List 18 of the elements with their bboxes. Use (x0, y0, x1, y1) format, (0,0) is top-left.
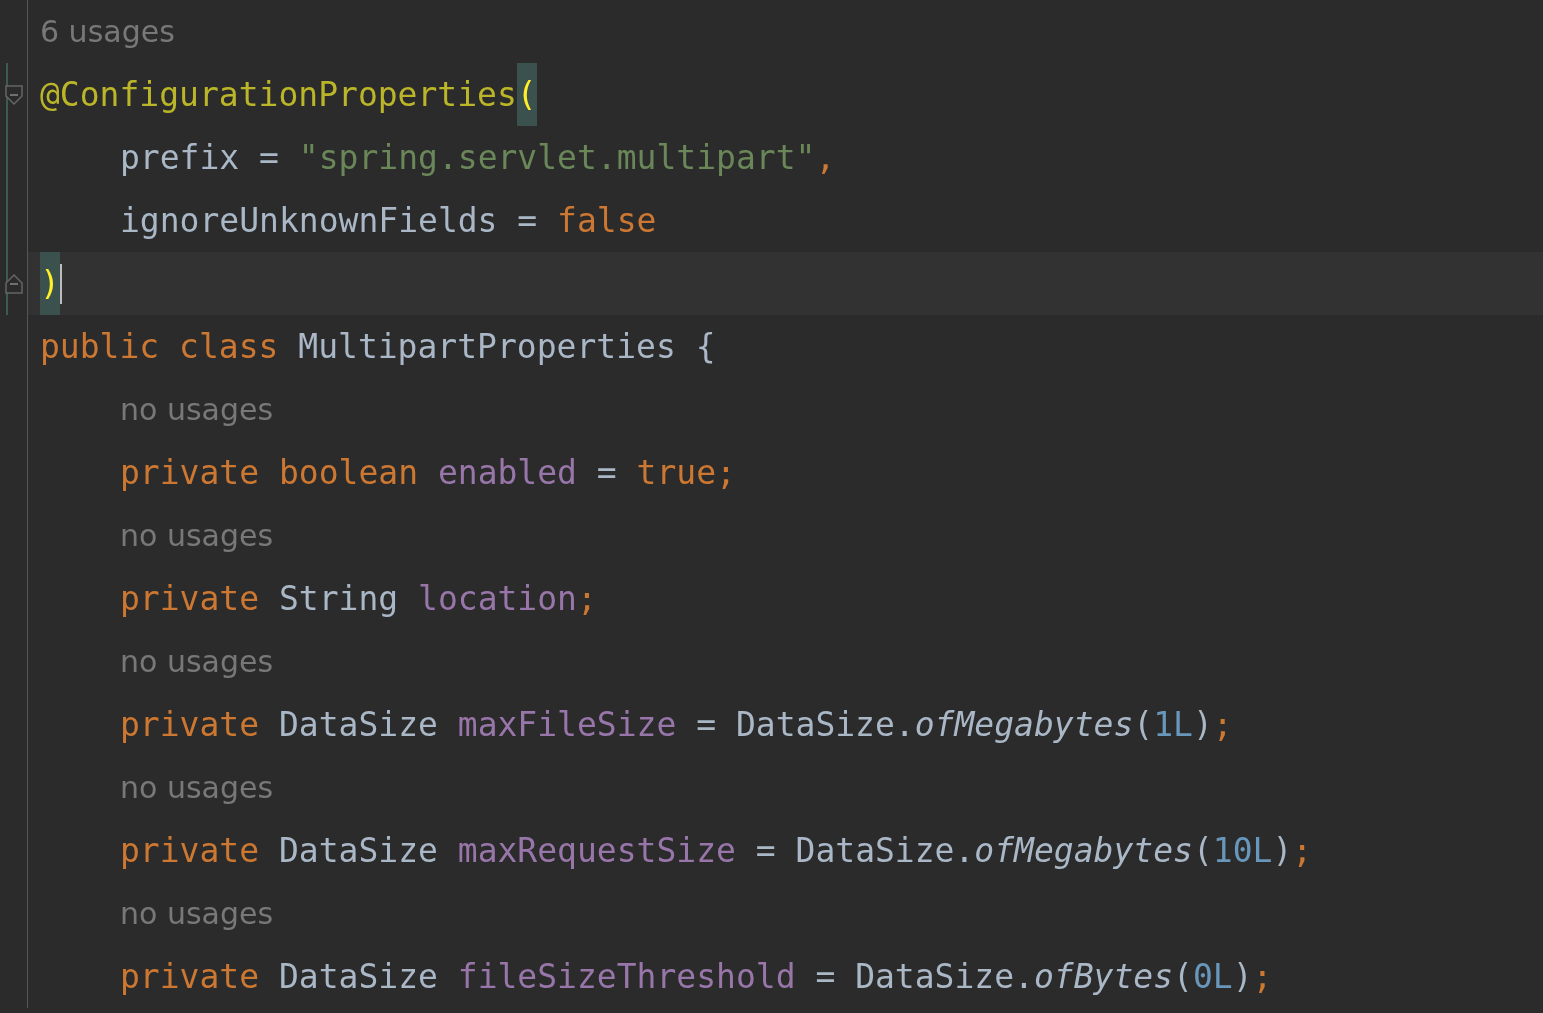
usage-hint: no usages (120, 517, 274, 555)
code-line: private DataSize maxFileSize = DataSize.ofMegabytes(1L); (120, 704, 1233, 746)
code-line: private boolean enabled = true; (120, 452, 736, 494)
usage-hint: no usages (120, 895, 274, 933)
code-line: @ConfigurationProperties( (40, 63, 537, 126)
text-caret (59, 263, 62, 304)
usage-hint: no usages (120, 643, 274, 681)
usage-hint: 6 usages (40, 13, 175, 51)
usage-hint: no usages (120, 391, 274, 429)
code-line: public class MultipartProperties { (40, 326, 716, 368)
code-line: private String location; (120, 578, 597, 620)
code-line: ignoreUnknownFields = false (120, 200, 657, 242)
fold-icon[interactable] (2, 82, 25, 107)
usage-hint: no usages (120, 769, 274, 807)
code-line: prefix = "spring.servlet.multipart", (120, 137, 836, 179)
fold-icon[interactable] (2, 271, 25, 296)
code-line: private DataSize maxRequestSize = DataSize.ofMegabytes(10L); (120, 830, 1313, 872)
code-line: private DataSize fileSizeThreshold = DataSize.ofBytes(0L); (120, 956, 1273, 998)
